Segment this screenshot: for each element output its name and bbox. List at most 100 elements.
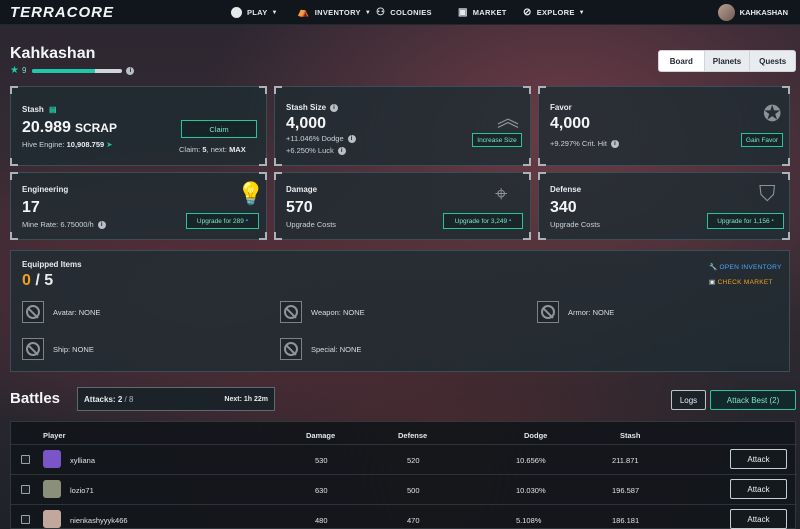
equipped-total: / 5 — [35, 272, 54, 289]
player-name-cell[interactable]: nienkashyyyk466 — [70, 516, 128, 525]
logs-button[interactable]: Logs — [671, 390, 706, 410]
chevron-down-icon: ▼ — [364, 9, 372, 16]
slot-weapon-label: Weapon: NONE — [311, 307, 365, 317]
stash-cell: 196.587 — [612, 486, 640, 495]
row-checkbox[interactable] — [21, 455, 30, 464]
defense-cell: 520 — [407, 456, 420, 465]
info-icon[interactable]: i — [610, 140, 619, 149]
luck-bonus: +6.250% Luck — [286, 146, 334, 155]
attack-button[interactable]: Attack — [730, 449, 787, 469]
terracore-logo[interactable]: TERRACORE — [10, 4, 114, 21]
favor-value: 4,000 — [550, 115, 591, 132]
tab-planets[interactable]: Planets — [703, 51, 750, 71]
chevron-down-icon: ▼ — [578, 9, 585, 16]
nav-inventory-label: INVENTORY — [314, 8, 361, 17]
attack-button[interactable]: Attack — [730, 509, 787, 529]
attack-best-button[interactable]: Attack Best (2) — [710, 390, 796, 410]
info-icon[interactable]: i — [97, 221, 106, 230]
claim-button[interactable]: Claim — [181, 120, 257, 138]
next-value: MAX — [229, 145, 246, 154]
check-market-link[interactable]: ▣ CHECK MARKET — [709, 278, 773, 286]
empty-slot-icon — [22, 301, 44, 323]
slot-armor[interactable]: Armor: NONE — [537, 301, 614, 323]
slot-special-label: Special: NONE — [311, 344, 362, 354]
medal-icon: ✪ — [763, 101, 782, 126]
info-icon[interactable]: i — [347, 135, 356, 144]
col-dodge: Dodge — [524, 431, 548, 440]
empty-slot-icon — [280, 338, 302, 360]
player-name-cell[interactable]: lozio71 — [70, 486, 94, 495]
gain-favor-button[interactable]: Gain Favor — [741, 133, 783, 147]
dodge-cell: 10.656% — [516, 456, 546, 465]
nav-explore-label: EXPLORE — [536, 8, 575, 17]
market-icon: ▣ — [458, 7, 468, 18]
upgrade-engineering-button[interactable]: Upgrade for 289 ⬩ — [186, 213, 259, 229]
lightbulb-icon: 💡 — [237, 181, 265, 206]
slot-avatar-label: Avatar: NONE — [53, 307, 101, 317]
wrench-icon: 🔧 — [709, 264, 718, 271]
empty-slot-icon — [537, 301, 559, 323]
double-chevron-up-icon: ︽ — [497, 106, 520, 131]
info-icon[interactable]: i — [337, 147, 346, 156]
nav-colonies[interactable]: ⚇ COLONIES — [376, 0, 432, 25]
star-icon: ★ — [10, 65, 19, 76]
stash-size-value: 4,000 — [286, 115, 327, 132]
increase-size-button[interactable]: Increase Size — [472, 133, 522, 147]
col-defense: Defense — [398, 431, 428, 440]
attack-button[interactable]: Attack — [730, 479, 787, 499]
nav-play-label: PLAY — [247, 8, 268, 17]
user-menu[interactable]: KAHKASHAN — [717, 4, 788, 21]
upgrade-damage-label: Upgrade for 3,249 — [454, 217, 508, 225]
col-damage: Damage — [306, 431, 336, 440]
attacks-label: Attacks: — [84, 394, 116, 404]
board-tabs: Board Planets Quests — [658, 50, 796, 72]
claim-status: Claim: 5, next: MAX — [179, 145, 246, 154]
engineering-value: 17 — [22, 199, 40, 216]
damage-card: Damage 570 Upgrade Costs ⌖ Upgrade for 3… — [274, 172, 531, 240]
nav-play[interactable]: PLAY ▼ — [231, 0, 278, 25]
nav-market[interactable]: ▣ MARKET — [458, 0, 507, 25]
slot-weapon[interactable]: Weapon: NONE — [280, 301, 365, 323]
defense-cell: 470 — [407, 516, 420, 525]
upgrade-damage-button[interactable]: Upgrade for 3,249 ⬩ — [443, 213, 523, 229]
open-inventory-label: OPEN INVENTORY — [719, 264, 782, 271]
info-icon[interactable]: i — [330, 103, 339, 112]
attacks-max: / 8 — [124, 394, 134, 404]
player-avatar — [43, 510, 61, 528]
open-inventory-link[interactable]: 🔧 OPEN INVENTORY — [709, 263, 782, 271]
slot-armor-label: Armor: NONE — [568, 307, 615, 317]
tab-board[interactable]: Board — [659, 51, 704, 71]
empty-slot-icon — [280, 301, 302, 323]
check-market-label: CHECK MARKET — [717, 279, 773, 286]
play-icon — [231, 7, 242, 18]
row-checkbox[interactable] — [21, 515, 30, 524]
engineering-card: Engineering 17 Mine Rate: 6.75000/h i 💡 U… — [10, 172, 267, 240]
next-attack-value: 1h 22m — [243, 395, 268, 403]
damage-label: Damage — [286, 185, 318, 194]
damage-cell: 480 — [315, 516, 328, 525]
next-attack-label: Next: — [224, 395, 242, 403]
slot-ship[interactable]: Ship: NONE — [22, 338, 94, 360]
tab-quests[interactable]: Quests — [749, 51, 795, 71]
upgrade-defense-button[interactable]: Upgrade for 1,156 ⬩ — [707, 213, 784, 229]
nav-inventory[interactable]: ⛺ INVENTORY ▼ — [297, 0, 371, 25]
upgrade-engineering-label: Upgrade for 289 — [196, 217, 244, 225]
nav-explore[interactable]: ⊘ EXPLORE ▼ — [523, 0, 585, 25]
attacks-value: 2 — [117, 394, 123, 404]
row-checkbox[interactable] — [21, 485, 30, 494]
stash-card: Stash ▤ 20.989 SCRAP Hive Engine: 10,908.… — [10, 86, 267, 166]
dodge-cell: 10.030% — [516, 486, 546, 495]
send-icon[interactable]: ➤ — [106, 140, 112, 149]
mine-rate: Mine Rate: 6.75000/h — [22, 220, 94, 229]
player-name-cell[interactable]: xylliana — [70, 456, 95, 465]
defense-upgrade-costs: Upgrade Costs — [550, 220, 601, 229]
hive-engine-row: Hive Engine: 10,908.759 ➤ — [22, 140, 113, 149]
info-icon[interactable]: i — [126, 66, 135, 75]
slot-special[interactable]: Special: NONE — [280, 338, 361, 360]
damage-upgrade-costs: Upgrade Costs — [286, 220, 337, 229]
slot-avatar[interactable]: Avatar: NONE — [22, 301, 100, 323]
defense-value: 340 — [550, 199, 577, 216]
next-attack: Next: 1h 22m — [224, 396, 268, 403]
slot-ship-label: Ship: NONE — [53, 344, 94, 354]
defense-cell: 500 — [407, 486, 420, 495]
